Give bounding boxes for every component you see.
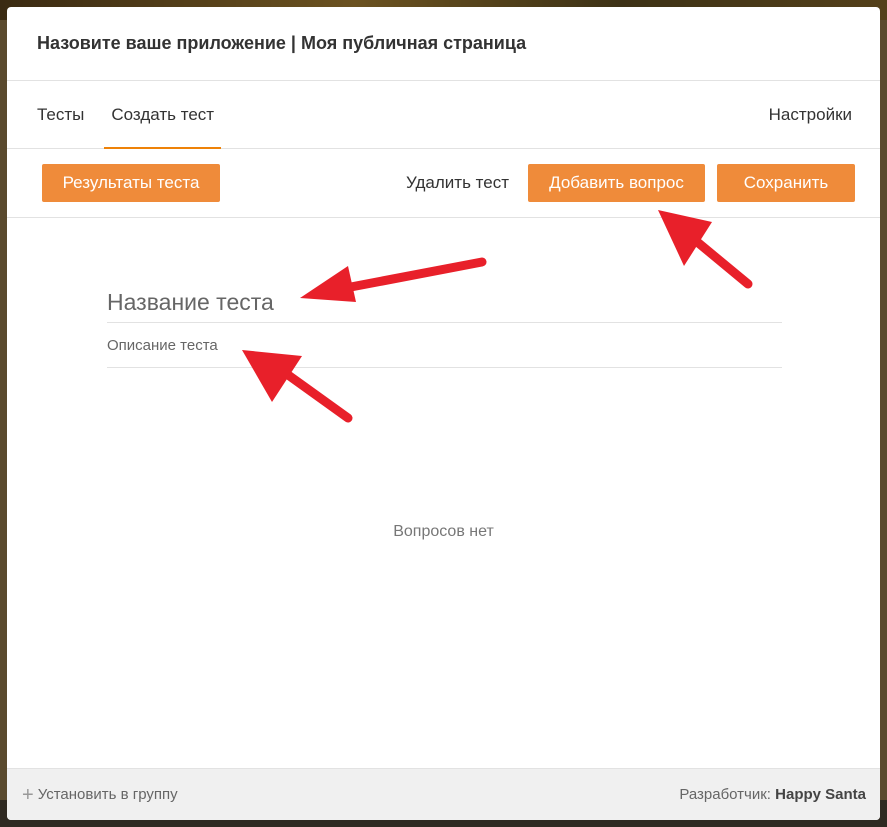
add-question-button[interactable]: Добавить вопрос [528, 164, 705, 202]
test-editor: Название теста Описание теста Вопросов н… [7, 218, 880, 767]
install-to-group-button[interactable]: + Установить в группу [22, 785, 178, 805]
developer-prefix: Разработчик: [679, 786, 771, 803]
toolbar: Результаты теста Удалить тест Добавить в… [7, 149, 880, 218]
empty-questions-message: Вопросов нет [393, 523, 494, 540]
tab-create-test[interactable]: Создать тест [104, 81, 221, 149]
install-to-group-label: Установить в группу [37, 786, 178, 803]
test-description-input[interactable]: Описание теста [107, 324, 782, 368]
modal-footer: + Установить в группу Разработчик: Happy… [7, 768, 880, 820]
save-button[interactable]: Сохранить [717, 164, 855, 202]
test-results-button[interactable]: Результаты теста [42, 164, 220, 202]
app-modal: Назовите ваше приложение | Моя публичная… [7, 7, 880, 820]
developer-name: Happy Santa [775, 786, 866, 803]
tab-tests[interactable]: Тесты [30, 81, 91, 148]
tab-settings[interactable]: Настройки [762, 81, 857, 148]
developer-credit: Разработчик: Happy Santa [679, 786, 866, 803]
delete-test-link[interactable]: Удалить тест [406, 173, 509, 193]
modal-header: Назовите ваше приложение | Моя публичная… [7, 7, 880, 81]
test-title-input[interactable]: Название теста [107, 278, 782, 323]
plus-icon: + [22, 783, 34, 806]
tab-bar: Тесты Создать тест Настройки [7, 81, 880, 149]
app-title: Назовите ваше приложение | Моя публичная… [37, 33, 527, 53]
